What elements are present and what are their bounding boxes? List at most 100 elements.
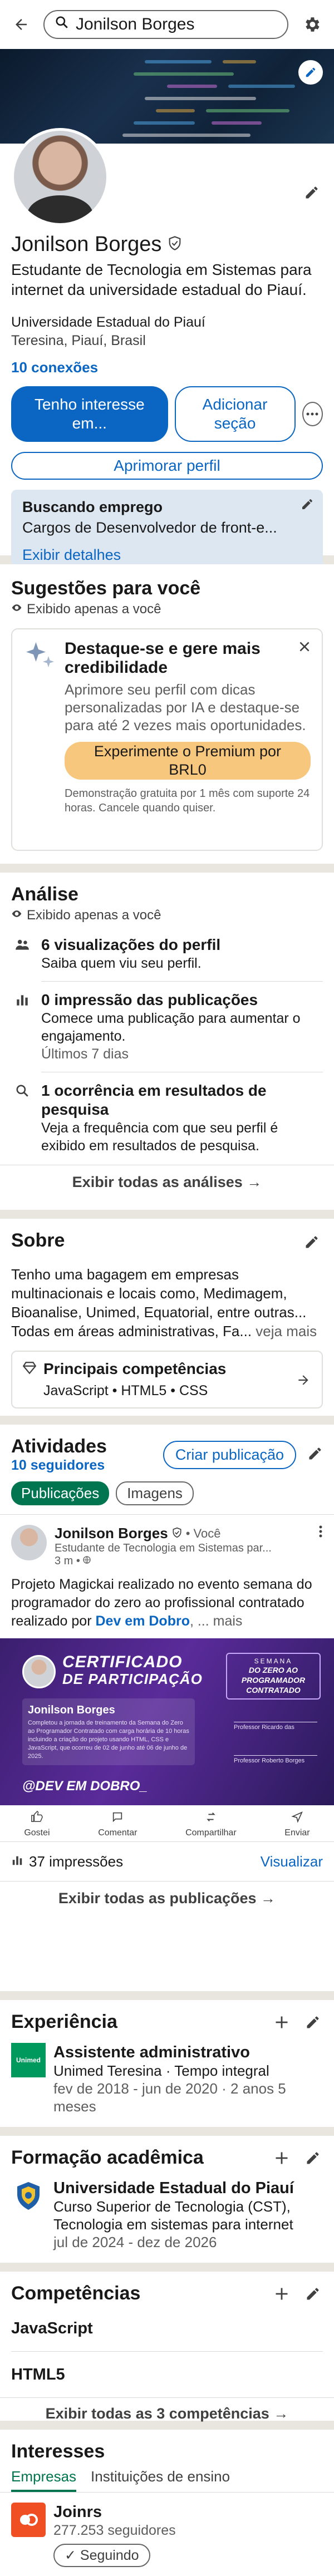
cert-signature-1: Professor Ricardo das [234,1722,317,1731]
followers-link[interactable]: 10 seguidores [11,1457,163,1474]
otw-edit-pencil-icon[interactable] [301,498,314,514]
search-icon [11,1081,33,1155]
tab-images[interactable]: Imagens [116,1481,194,1505]
analytics-item-search-appearances[interactable]: 1 ocorrência em resultados de pesquisa V… [11,1081,323,1155]
globe-icon [82,1555,91,1568]
experience-dates: fev de 2018 - jun de 2020 · 2 anos 5 mes… [53,2080,286,2115]
analytics-section: Análise Exibido apenas a você 6 visualiz… [0,873,334,1210]
analytics-item-title: 0 impressão das publicações [41,991,258,1008]
edit-intro-pencil-icon[interactable] [301,181,323,204]
repost-icon [205,1811,217,1826]
profile-avatar[interactable] [11,128,109,226]
comment-button[interactable]: Comentar [98,1811,137,1838]
education-section: Formação acadêmica Universidade Estadual… [0,2136,334,2263]
analytics-item-desc: Veja a frequência com que seu perfil é e… [41,1120,278,1154]
show-all-analytics-link[interactable]: Exibir todas as análises → [11,1165,323,1199]
search-value: Jonilson Borges [76,15,195,33]
like-button[interactable]: Gostei [24,1810,50,1838]
analytics-item-desc: Saiba quem viu seu perfil. [41,955,202,971]
settings-gear-icon[interactable] [301,13,323,36]
analytics-item-profile-views[interactable]: 6 visualizações do perfil Saiba quem viu… [11,935,323,972]
view-analytics-link[interactable]: Visualizar [261,1853,323,1870]
profile-headline: Estudante de Tecnologia em Sistemas para… [11,261,312,298]
cert-signature-2: Professor Roberto Borges [234,1755,317,1764]
post-see-more-link[interactable]: , ... mais [190,1613,242,1629]
top-skills-title: Principais competências [43,1360,227,1377]
analytics-item-post-impressions[interactable]: 0 impressão das publicações Comece uma p… [11,991,323,1063]
eye-icon [11,908,22,923]
joinrs-logo-icon [11,2503,46,2537]
bar-chart-icon [11,1854,23,1869]
eye-icon [11,602,22,617]
interest-item[interactable]: Joinrs 277.253 seguidores ✓ Seguindo [11,2503,323,2567]
analytics-item-extra: Últimos 7 dias [41,1046,129,1062]
tab-posts[interactable]: Publicações [11,1481,110,1505]
competency-item[interactable]: HTML5 [11,2365,323,2384]
post-more-icon[interactable] [318,1525,323,1541]
competency-item[interactable]: JavaScript [11,2319,323,2338]
otw-details-link[interactable]: Exibir detalhes [22,546,312,564]
edit-education-pencil-icon[interactable] [303,2148,323,2168]
comment-icon [111,1811,124,1826]
more-options-icon[interactable] [302,402,323,426]
post-text: Projeto Magickai realizado no evento sem… [0,1575,334,1631]
tab-schools[interactable]: Instituições de ensino [91,2468,230,2492]
post-author-name[interactable]: Jonilson Borges [55,1525,168,1542]
share-label: Compartilhar [185,1828,237,1838]
following-button[interactable]: ✓ Seguindo [53,2544,150,2567]
suggestions-private-label: Exibido apenas a você [27,602,161,617]
add-plus-icon[interactable] [272,2012,292,2032]
back-arrow-icon[interactable] [11,14,31,35]
bar-chart-icon [11,991,33,1063]
profile-name: Jonilson Borges [11,233,323,257]
unimed-logo: Unimed [11,2043,46,2077]
add-plus-icon[interactable] [272,2148,292,2168]
edit-experience-pencil-icon[interactable] [303,2012,323,2032]
cert-brand: @DEV EM DOBRO_ [22,1779,148,1794]
edit-competencies-pencil-icon[interactable] [303,2284,323,2304]
education-item[interactable]: Universidade Estadual do Piauí Curso Sup… [11,2179,323,2251]
activity-section: Atividades 10 seguidores Criar publicaçã… [0,1425,334,1991]
otw-title: Buscando emprego [22,499,163,515]
share-button[interactable]: Compartilhar [185,1811,237,1838]
profile-university: Universidade Estadual do Piauí [11,314,205,330]
edit-activity-pencil-icon[interactable] [307,1446,323,1464]
people-icon [11,935,33,972]
post-author-avatar[interactable] [11,1525,47,1560]
experience-role: Assistente administrativo [53,2043,250,2061]
activity-title: Atividades [11,1436,107,1457]
show-all-competencies-link[interactable]: Exibir todas as 3 competências → [11,2398,323,2429]
create-post-button[interactable]: Criar publicação [163,1440,296,1469]
cert-title: CERTIFICADO [62,1653,183,1671]
suggestions-section: Sugestões para você Exibido apenas a voc… [0,564,334,864]
edit-about-pencil-icon[interactable] [301,1231,323,1253]
education-degree: Curso Superior de Tecnologia (CST), Tecn… [53,2198,293,2233]
show-all-posts-link[interactable]: Exibir todas as publicações → [0,1881,334,1915]
interest-followers: 277.253 seguidores [53,2523,176,2538]
premium-trial-button[interactable]: Experimente o Premium por BRL0 [65,742,311,780]
thumbs-up-icon [31,1810,43,1826]
post-certificate-image[interactable]: CERTIFICADO DE PARTICIPAÇÃO Jonilson Bor… [0,1638,334,1805]
post-mention-link[interactable]: Dev em Dobro [95,1613,189,1629]
search-input[interactable]: Jonilson Borges [43,10,288,39]
connections-link[interactable]: 10 conexões [11,359,323,376]
close-icon[interactable] [297,639,312,657]
top-bar: Jonilson Borges [0,0,334,49]
post-header: Jonilson Borges • Você Estudante de Tecn… [0,1525,334,1568]
analytics-private-label: Exibido apenas a você [27,908,161,923]
competencies-section: Competências JavaScript HTML5 Exibir tod… [0,2272,334,2422]
interested-in-button[interactable]: Tenho interesse em... [11,386,168,442]
cert-week-title: DO ZERO AO PROGRAMADOR CONTRATADO [241,1666,306,1695]
cover-edit-pencil-icon[interactable] [298,60,323,85]
add-plus-icon[interactable] [272,2284,292,2304]
add-section-button[interactable]: Adicionar seção [174,386,296,442]
about-see-more-link[interactable]: veja mais [256,1323,317,1339]
analytics-item-title: 6 visualizações do perfil [41,936,221,953]
top-skills-card[interactable]: Principais competências JavaScript • HTM… [11,1351,323,1408]
experience-item[interactable]: Unimed Assistente administrativo Unimed … [11,2043,323,2115]
cert-week-label: SEMANA [254,1657,293,1665]
send-button[interactable]: Enviar [284,1811,310,1838]
improve-profile-button[interactable]: Aprimorar perfil [11,452,323,480]
tab-companies[interactable]: Empresas [11,2468,77,2492]
analytics-item-title: 1 ocorrência em resultados de pesquisa [41,1082,267,1118]
